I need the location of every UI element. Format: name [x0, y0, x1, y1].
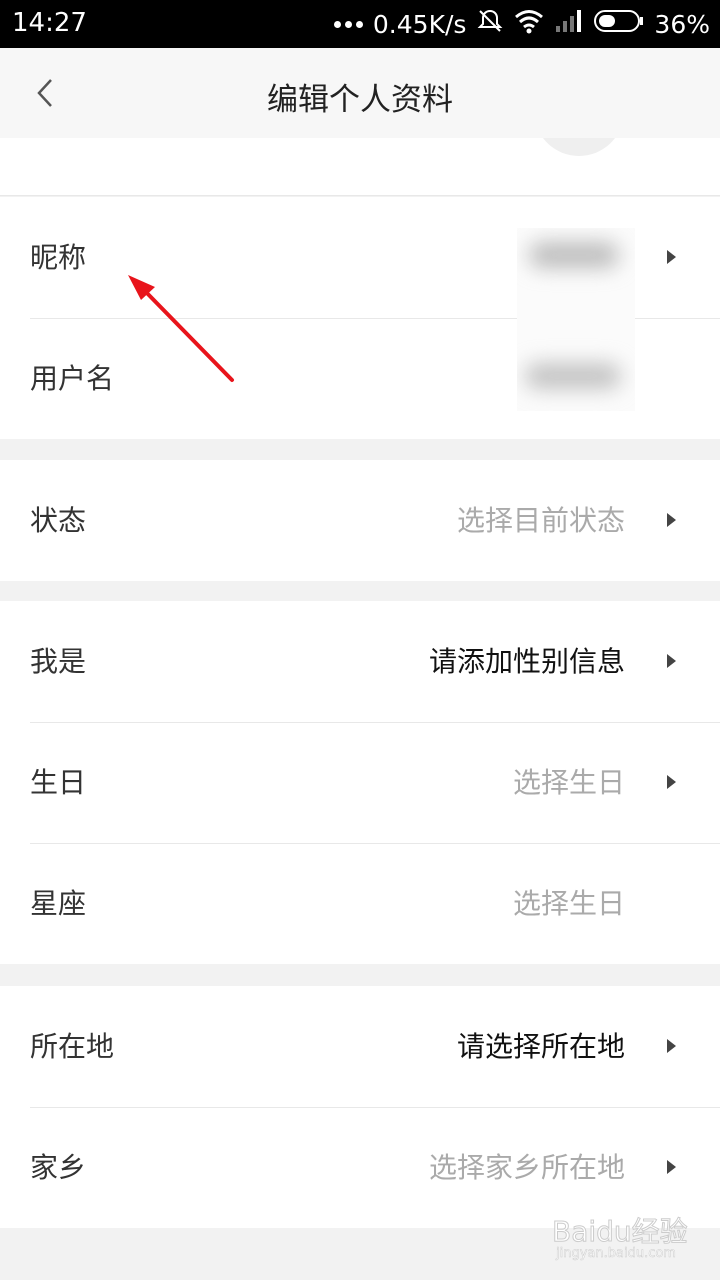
chevron-right-icon: [667, 250, 676, 264]
status-section: 状态 选择目前状态: [0, 460, 720, 581]
gender-label: 我是: [30, 645, 87, 678]
status-label: 状态: [30, 504, 87, 537]
status-icons: 0.45K/s 36%: [333, 7, 710, 41]
birthday-row[interactable]: 生日 选择生日: [0, 722, 720, 843]
location-label: 所在地: [30, 1030, 115, 1063]
redacted-username: [525, 363, 621, 389]
hometown-label: 家乡: [30, 1151, 87, 1184]
wifi-icon: [514, 8, 544, 40]
baidu-watermark: Baidu经验 jingyan.baidu.com: [548, 1210, 708, 1274]
profile-section: 我是 请添加性别信息 生日 选择生日 星座 选择生日: [0, 601, 720, 964]
redacted-nickname: [529, 242, 619, 268]
location-section: 所在地 请选择所在地 家乡 选择家乡所在地: [0, 986, 720, 1228]
avatar-row[interactable]: [0, 138, 720, 196]
username-label: 用户名: [30, 362, 115, 395]
gender-row[interactable]: 我是 请添加性别信息: [0, 601, 720, 722]
zodiac-row: 星座 选择生日: [0, 843, 720, 964]
annotation-arrow-icon: [128, 275, 234, 382]
zodiac-placeholder: 选择生日: [512, 887, 625, 920]
signal-icon: [554, 8, 584, 40]
battery-percent: 36%: [654, 9, 710, 39]
redacted-values: [517, 228, 635, 411]
gender-value: 请添加性别信息: [428, 645, 625, 678]
status-time: 14:27: [12, 8, 87, 38]
zodiac-label: 星座: [30, 887, 87, 920]
watermark-url: jingyan.baidu.com: [556, 1246, 676, 1262]
chevron-right-icon: [667, 1039, 676, 1053]
chevron-right-icon: [667, 513, 676, 527]
page-title: 编辑个人资料: [267, 82, 453, 118]
watermark-text: Baidu经验: [552, 1215, 689, 1249]
chevron-right-icon: [667, 775, 676, 789]
location-value: 请选择所在地: [456, 1030, 625, 1063]
mute-icon: [476, 7, 504, 41]
chevron-right-icon: [667, 1160, 676, 1174]
network-speed: 0.45K/s: [372, 9, 467, 39]
battery-icon: [594, 9, 644, 39]
status-bar: 14:27 0.45K/s 36%: [0, 0, 720, 48]
nickname-label: 昵称: [30, 241, 87, 274]
status-row[interactable]: 状态 选择目前状态: [0, 460, 720, 581]
birthday-label: 生日: [30, 766, 87, 799]
more-dots-icon: [333, 20, 363, 28]
chevron-right-icon: [667, 654, 676, 668]
birthday-placeholder: 选择生日: [512, 766, 625, 799]
location-row[interactable]: 所在地 请选择所在地: [0, 986, 720, 1107]
status-placeholder: 选择目前状态: [456, 504, 625, 537]
nav-bar: 编辑个人资料: [0, 48, 720, 138]
avatar[interactable]: [534, 138, 624, 156]
